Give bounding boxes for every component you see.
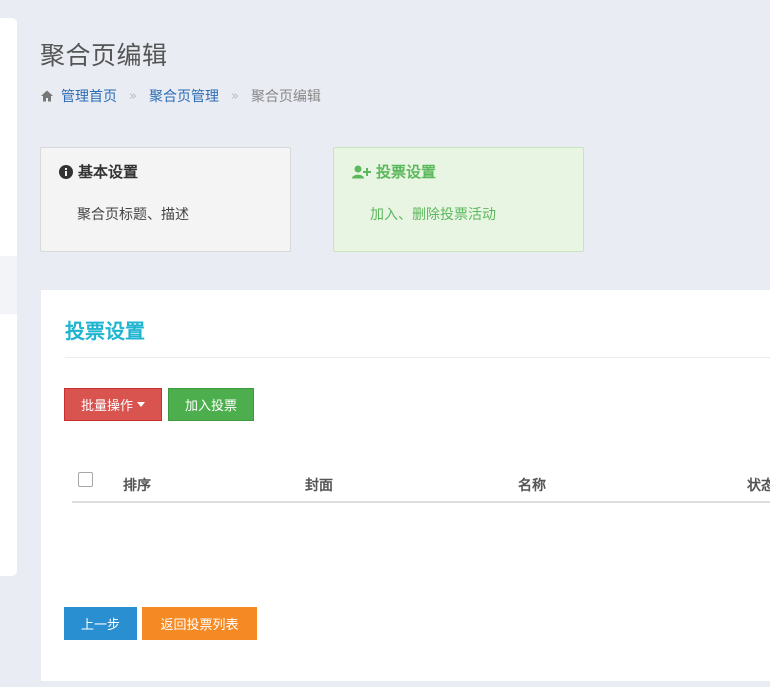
select-all-checkbox[interactable]: [78, 472, 93, 487]
left-sidebar: [0, 18, 17, 576]
step-vote-header: 投票设置: [352, 161, 436, 182]
panel-divider: [65, 357, 770, 358]
step-basic-title: 基本设置: [78, 163, 139, 181]
batch-operation-button[interactable]: 批量操作: [64, 388, 162, 421]
column-header-status: 状态: [747, 478, 770, 494]
step-vote-settings[interactable]: 投票设置 加入、删除投票活动: [333, 147, 584, 252]
step-vote-description: 加入、删除投票活动: [370, 207, 496, 223]
home-icon: [41, 90, 53, 102]
step-basic-header: 基本设置: [59, 161, 138, 182]
batch-operation-label: 批量操作: [80, 399, 133, 414]
page-title: 聚合页编辑: [40, 41, 168, 70]
panel-title: 投票设置: [65, 319, 145, 343]
breadcrumb-separator: »: [230, 88, 239, 104]
previous-step-button[interactable]: 上一步: [64, 607, 137, 640]
user-plus-icon: [352, 165, 371, 178]
breadcrumb: 管理首页 » 聚合页管理 » 聚合页编辑: [40, 86, 321, 106]
column-header-sort: 排序: [123, 478, 151, 494]
step-basic-description: 聚合页标题、描述: [77, 207, 189, 223]
breadcrumb-current: 聚合页编辑: [250, 89, 321, 105]
breadcrumb-home-link[interactable]: 管理首页: [61, 86, 117, 106]
column-header-name: 名称: [518, 478, 546, 494]
info-circle-icon: [59, 164, 73, 179]
back-to-vote-list-button[interactable]: 返回投票列表: [142, 607, 257, 640]
sidebar-active-band: [0, 256, 17, 314]
caret-down-icon: [137, 402, 145, 407]
step-basic-settings[interactable]: 基本设置 聚合页标题、描述: [40, 147, 291, 252]
column-header-cover: 封面: [305, 478, 333, 494]
breadcrumb-aggregate-manage-link[interactable]: 聚合页管理: [149, 86, 219, 106]
table-header-row: 排序 封面 名称 状态: [72, 467, 770, 503]
add-vote-button[interactable]: 加入投票: [168, 388, 254, 421]
breadcrumb-separator: »: [129, 88, 137, 104]
step-vote-title: 投票设置: [376, 163, 437, 181]
vote-settings-panel: 投票设置 批量操作 加入投票 排序 封面 名称 状态 上一步 返回投票列表: [41, 290, 770, 681]
